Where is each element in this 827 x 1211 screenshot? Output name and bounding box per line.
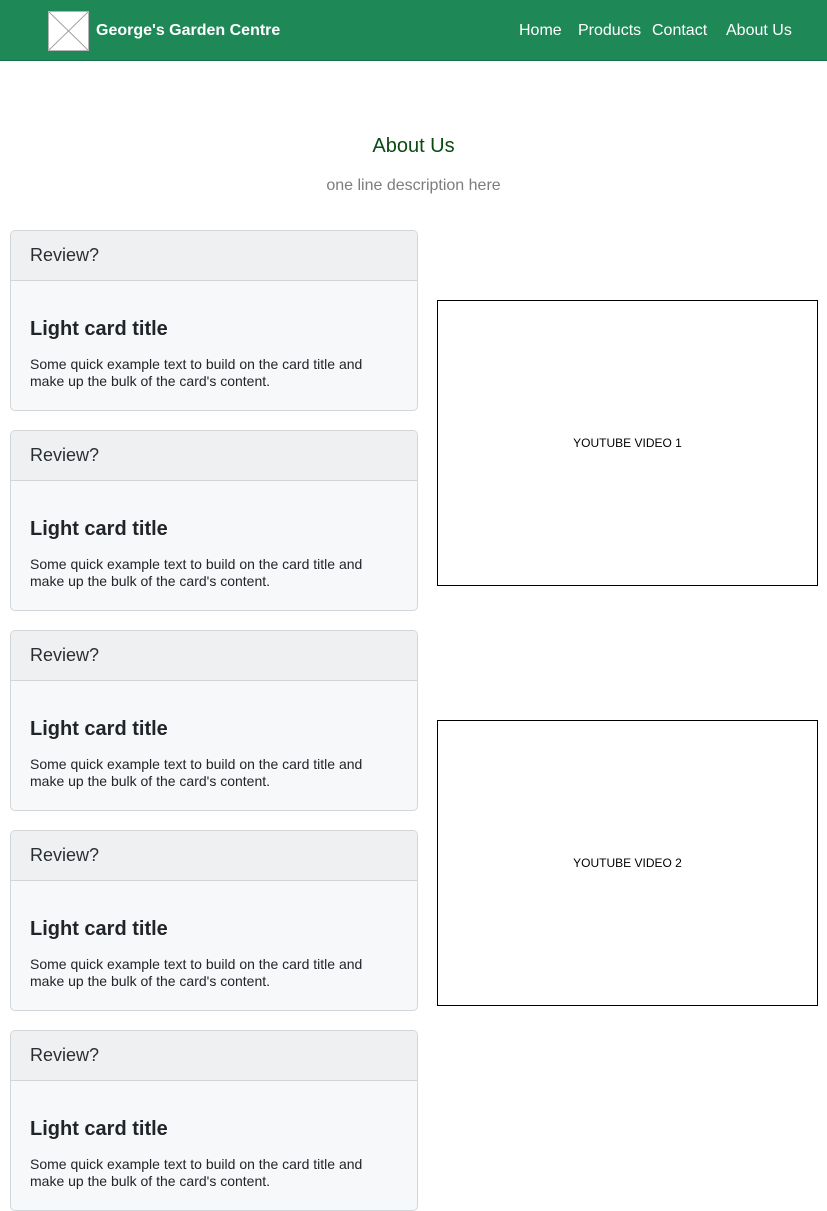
youtube-video-embed[interactable]: YOUTUBE VIDEO 1: [437, 300, 818, 586]
review-card: Review? Light card title Some quick exam…: [10, 230, 418, 411]
nav-link-about-us[interactable]: About Us: [726, 21, 792, 41]
card-text: Some quick example text to build on the …: [30, 1156, 363, 1189]
review-card: Review? Light card title Some quick exam…: [10, 1030, 418, 1211]
nav-link-products[interactable]: Products: [578, 21, 641, 41]
navbar: George's Garden Centre Home Products Con…: [0, 0, 827, 61]
nav-link-contact[interactable]: Contact: [652, 21, 707, 41]
card-title: Light card title: [30, 918, 168, 940]
card-title: Light card title: [30, 318, 168, 340]
card-header: Review?: [11, 631, 417, 681]
card-title: Light card title: [30, 518, 168, 540]
review-card: Review? Light card title Some quick exam…: [10, 630, 418, 811]
card-text: Some quick example text to build on the …: [30, 556, 363, 589]
brand-name[interactable]: George's Garden Centre: [96, 21, 280, 41]
nav-link-home[interactable]: Home: [519, 21, 562, 41]
card-title: Light card title: [30, 1118, 168, 1140]
page-description: one line description here: [326, 177, 501, 194]
card-title: Light card title: [30, 718, 168, 740]
review-card: Review? Light card title Some quick exam…: [10, 830, 418, 1011]
video-label: YOUTUBE VIDEO 2: [573, 856, 682, 870]
card-header: Review?: [11, 431, 417, 481]
video-label: YOUTUBE VIDEO 1: [573, 436, 682, 450]
page-title: About Us: [372, 135, 455, 157]
card-header: Review?: [11, 1031, 417, 1081]
card-text: Some quick example text to build on the …: [30, 956, 363, 989]
card-text: Some quick example text to build on the …: [30, 756, 363, 789]
card-text: Some quick example text to build on the …: [30, 356, 363, 389]
card-header: Review?: [11, 831, 417, 881]
image-placeholder-icon[interactable]: [48, 11, 89, 51]
review-card: Review? Light card title Some quick exam…: [10, 430, 418, 611]
youtube-video-embed[interactable]: YOUTUBE VIDEO 2: [437, 720, 818, 1006]
card-header: Review?: [11, 231, 417, 281]
